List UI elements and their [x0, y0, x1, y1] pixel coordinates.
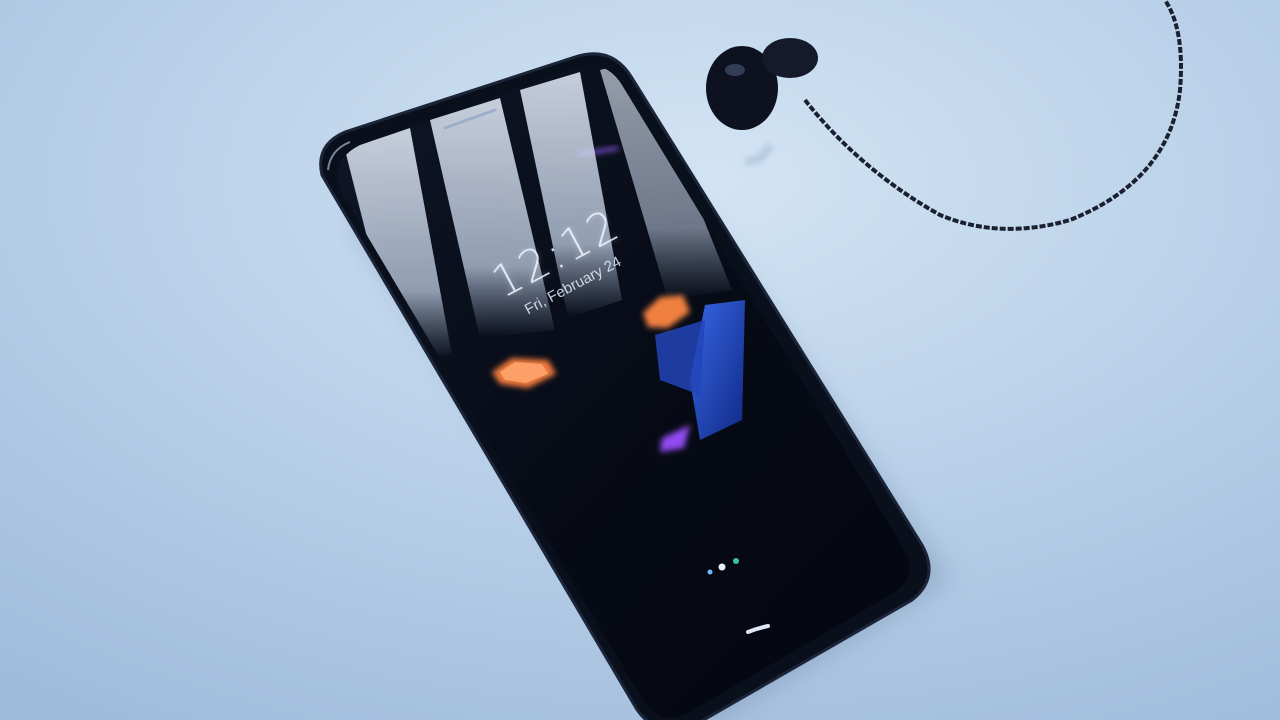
earbud-highlight [725, 64, 745, 76]
photo-scene [0, 0, 1280, 720]
page-dot-3 [733, 558, 739, 564]
page-dot-1 [707, 569, 713, 575]
page-dot-2 [718, 563, 726, 571]
earbud-tip [762, 38, 818, 78]
